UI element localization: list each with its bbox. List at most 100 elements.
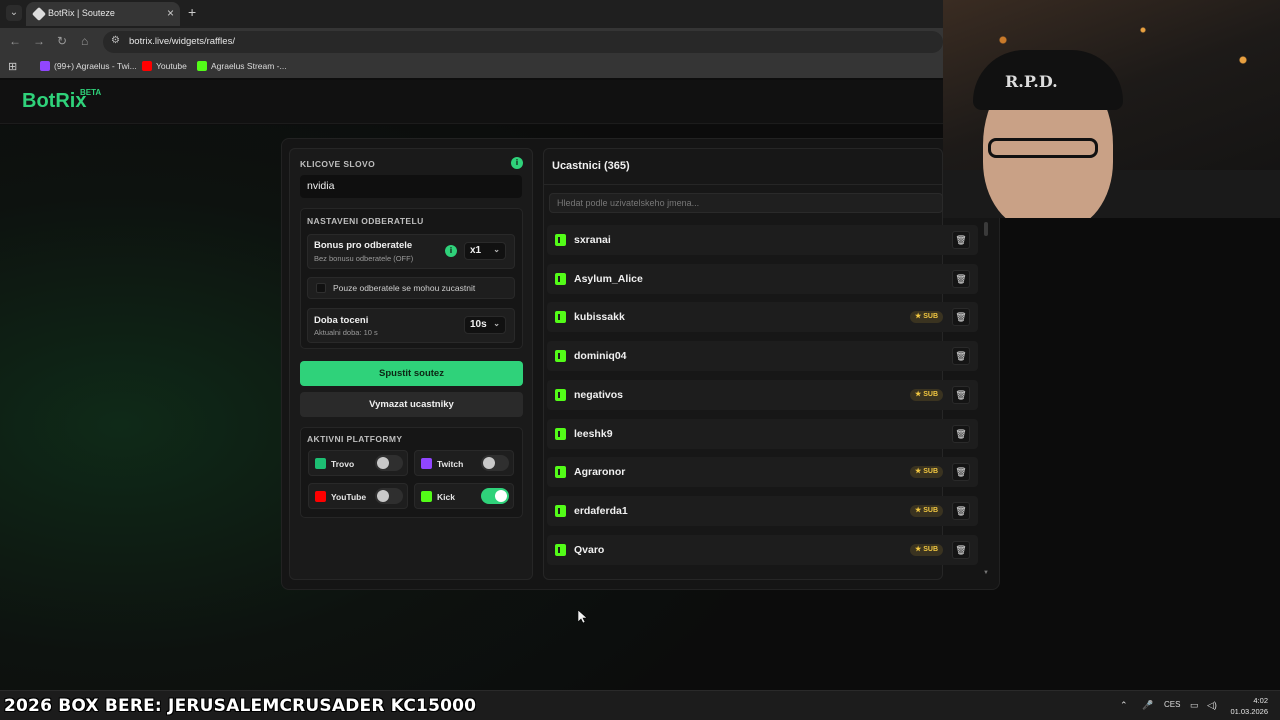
kick-icon bbox=[555, 388, 566, 401]
youtube-toggle[interactable] bbox=[375, 488, 403, 504]
participant-row[interactable]: dominiq04 🗑 bbox=[547, 341, 978, 372]
kick-toggle[interactable] bbox=[481, 488, 509, 504]
participant-name: leeshk9 bbox=[574, 427, 613, 440]
participant-row[interactable]: Asylum_Alice 🗑 bbox=[547, 263, 978, 294]
subscriber-bonus-title: Bonus pro odberatele bbox=[314, 240, 413, 251]
divider bbox=[543, 184, 943, 185]
bookmark-kick[interactable]: Agraelus Stream -... bbox=[197, 61, 287, 71]
platform-kick: Kick bbox=[414, 483, 514, 509]
clear-participants-button[interactable]: Vymazat ucastniky bbox=[300, 392, 523, 417]
sub-badge: ★ SUB bbox=[909, 466, 943, 479]
browser-tab[interactable]: BotRix | Souteze × bbox=[26, 2, 180, 26]
webcam-overlay: R.P.D. bbox=[943, 0, 1280, 218]
delete-participant-button[interactable]: 🗑 bbox=[952, 347, 970, 366]
participants-scrollbar[interactable]: ▼ bbox=[983, 220, 989, 576]
participant-name: Asylum_Alice bbox=[574, 272, 643, 285]
participant-row[interactable]: leeshk9 🗑 bbox=[547, 418, 978, 449]
delete-participant-button[interactable]: 🗑 bbox=[952, 231, 970, 249]
home-icon[interactable]: ⌂ bbox=[81, 34, 88, 48]
trovo-toggle[interactable] bbox=[375, 455, 403, 471]
spin-duration-select[interactable]: 10s ⌄ bbox=[464, 316, 506, 334]
chevron-down-icon: ⌄ bbox=[493, 245, 500, 254]
chevron-down-icon: ⌄ bbox=[493, 319, 500, 328]
kick-icon bbox=[421, 491, 432, 502]
network-icon[interactable]: ▭ bbox=[1190, 700, 1199, 711]
delete-participant-button[interactable]: 🗑 bbox=[952, 424, 970, 443]
participant-name: dominiq04 bbox=[574, 350, 627, 363]
participant-row[interactable]: sxranai 🗑 bbox=[547, 225, 978, 255]
delete-participant-button[interactable]: 🗑 bbox=[952, 269, 970, 288]
sub-badge: ★ SUB bbox=[909, 388, 943, 401]
participant-name: sxranai bbox=[574, 234, 611, 246]
close-tab-icon[interactable]: × bbox=[167, 6, 174, 20]
twitch-toggle[interactable] bbox=[481, 455, 509, 471]
trovo-icon bbox=[315, 458, 326, 469]
kick-icon bbox=[555, 311, 566, 324]
platform-youtube: YouTube bbox=[308, 483, 408, 509]
active-platforms-label: AKTIVNI PLATFORMY bbox=[307, 434, 403, 444]
taskbar-clock[interactable]: 4:02 01.03.2026 bbox=[1230, 695, 1268, 717]
tab-title: BotRix | Souteze bbox=[48, 8, 115, 18]
reload-icon[interactable]: ↻ bbox=[57, 34, 67, 48]
site-info-icon[interactable]: ⚙ bbox=[111, 35, 120, 46]
taskbar: 2026 BOX BERE: JERUSALEMCRUSADER KC15000… bbox=[0, 690, 1280, 720]
kick-icon bbox=[555, 234, 566, 246]
botrix-logo[interactable]: BotRix BETA bbox=[22, 88, 101, 113]
participant-row[interactable]: Qvaro ★ SUB 🗑 bbox=[547, 534, 978, 565]
delete-participant-button[interactable]: 🗑 bbox=[952, 463, 970, 482]
keyword-input[interactable]: nvidia bbox=[300, 175, 522, 198]
delete-participant-button[interactable]: 🗑 bbox=[952, 540, 970, 559]
participant-name: Qvaro bbox=[574, 543, 605, 556]
new-tab-icon[interactable]: + bbox=[188, 4, 196, 20]
delete-participant-button[interactable]: 🗑 bbox=[952, 308, 970, 327]
forward-icon[interactable]: → bbox=[33, 34, 45, 48]
back-icon[interactable]: ← bbox=[9, 34, 21, 48]
start-raffle-button[interactable]: Spustit soutez bbox=[300, 361, 523, 386]
kick-icon bbox=[555, 543, 566, 556]
participant-row[interactable]: negativos ★ SUB 🗑 bbox=[547, 379, 978, 410]
volume-icon[interactable]: ◁) bbox=[1207, 700, 1217, 711]
apps-grid-icon[interactable]: ⊞ bbox=[8, 60, 17, 73]
botrix-favicon-icon bbox=[31, 6, 47, 22]
platform-trovo: Trovo bbox=[308, 450, 408, 476]
participant-name: erdaferda1 bbox=[574, 504, 628, 517]
participant-row[interactable]: kubissakk ★ SUB 🗑 bbox=[547, 302, 978, 333]
spin-duration-sub: Aktualni doba: 10 s bbox=[314, 328, 378, 337]
delete-participant-button[interactable]: 🗑 bbox=[952, 385, 970, 404]
subscriber-bonus-sub: Bez bonusu odberatele (OFF) bbox=[314, 254, 414, 263]
participant-name: kubissakk bbox=[574, 311, 625, 324]
streamer-glasses bbox=[988, 138, 1098, 158]
sub-badge: ★ SUB bbox=[909, 543, 943, 556]
participant-row[interactable]: Agraronor ★ SUB 🗑 bbox=[547, 457, 978, 488]
delete-participant-button[interactable]: 🗑 bbox=[952, 501, 970, 520]
scroll-down-icon[interactable]: ▼ bbox=[983, 570, 989, 576]
microphone-icon[interactable]: 🎤 bbox=[1142, 700, 1153, 711]
omnibox[interactable]: ⚙ botrix.live/widgets/raffles/ bbox=[103, 31, 943, 53]
cap-logo: R.P.D. bbox=[1005, 72, 1058, 91]
spin-duration-title: Doba toceni bbox=[314, 315, 369, 326]
keyword-label: KLICOVE SLOVO bbox=[300, 159, 376, 169]
sub-badge: ★ SUB bbox=[909, 504, 943, 517]
youtube-icon bbox=[315, 491, 326, 502]
only-subscribers-checkbox[interactable] bbox=[316, 283, 326, 293]
participant-row[interactable]: erdaferda1 ★ SUB 🗑 bbox=[547, 495, 978, 526]
bonus-info-icon[interactable]: i bbox=[445, 245, 457, 257]
platform-twitch: Twitch bbox=[414, 450, 514, 476]
bonus-multiplier-select[interactable]: x1 ⌄ bbox=[464, 242, 506, 260]
participants-title: Ucastnici (365) bbox=[552, 160, 630, 172]
kick-icon bbox=[555, 427, 566, 440]
participant-search-input[interactable] bbox=[549, 193, 943, 213]
kick-icon bbox=[197, 61, 207, 71]
tab-list-button[interactable]: ⌄ bbox=[6, 5, 22, 21]
youtube-icon bbox=[142, 61, 152, 71]
info-icon[interactable]: i bbox=[511, 157, 523, 169]
stream-ticker: 2026 BOX BERE: JERUSALEMCRUSADER KC15000 bbox=[4, 696, 477, 716]
bookmark-youtube[interactable]: Youtube bbox=[142, 61, 187, 71]
tray-chevron-icon[interactable]: ⌃ bbox=[1120, 700, 1128, 711]
scrollbar-thumb[interactable] bbox=[984, 222, 988, 236]
bookmark-twitch[interactable]: (99+) Agraelus - Twi... bbox=[40, 61, 137, 71]
kick-icon bbox=[555, 466, 566, 479]
sub-badge: ★ SUB bbox=[909, 311, 943, 324]
only-subscribers-label: Pouze odberatele se mohou zucastnit bbox=[333, 283, 476, 293]
language-indicator[interactable]: CES bbox=[1164, 700, 1180, 709]
